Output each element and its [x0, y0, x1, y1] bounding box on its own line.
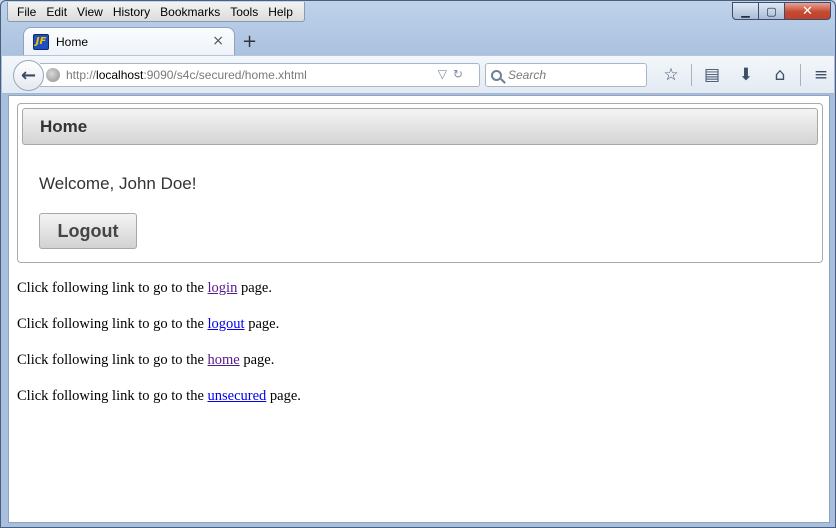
tab-close-icon[interactable]: ×	[212, 33, 224, 49]
menu-bookmarks[interactable]: Bookmarks	[155, 5, 225, 19]
menu-file[interactable]: File	[12, 5, 41, 19]
page-title: Home	[40, 116, 88, 136]
menu-view[interactable]: View	[72, 5, 108, 19]
home-panel: Home Welcome, John Doe! Logout	[17, 103, 823, 263]
panel-header: Home	[22, 108, 818, 145]
menubar: File Edit View History Bookmarks Tools H…	[7, 2, 305, 22]
browser-window: File Edit View History Bookmarks Tools H…	[0, 0, 836, 528]
dropdown-reload-icons[interactable]: ▽↻	[438, 67, 469, 81]
link-line-unsecured: Click following link to go to the unsecu…	[17, 388, 301, 404]
logout-link[interactable]: logout	[208, 316, 245, 332]
favicon-icon: JF	[33, 33, 49, 50]
minimize-button[interactable]: ▁	[732, 2, 759, 20]
logout-button[interactable]: Logout	[39, 213, 137, 249]
menu-edit[interactable]: Edit	[41, 5, 72, 19]
nav-toolbar: http://localhost:9090/s4c/secured/home.x…	[2, 55, 834, 94]
maximize-button[interactable]: ▢	[759, 2, 785, 20]
link-line-home: Click following link to go to the home p…	[17, 352, 275, 368]
new-tab-button[interactable]: +	[242, 31, 257, 52]
search-bar[interactable]: Search	[485, 63, 647, 87]
tab-strip: JF Home × +	[1, 25, 836, 55]
toolbar-divider	[800, 64, 801, 86]
page-content: Home Welcome, John Doe! Logout Click fol…	[8, 95, 830, 523]
search-icon	[491, 69, 502, 81]
menu-help[interactable]: Help	[263, 5, 298, 19]
window-controls: ▁ ▢ ✕	[732, 2, 831, 20]
search-placeholder: Search	[508, 68, 547, 82]
link-line-logout: Click following link to go to the logout…	[17, 316, 280, 332]
welcome-message: Welcome, John Doe!	[39, 174, 197, 193]
home-link[interactable]: home	[208, 352, 240, 368]
tab-title: Home	[56, 34, 89, 49]
unsecured-link[interactable]: unsecured	[208, 388, 267, 404]
close-window-button[interactable]: ✕	[785, 2, 831, 20]
globe-icon	[46, 68, 60, 82]
reading-list-icon[interactable]: ▤	[695, 61, 729, 89]
home-icon[interactable]: ⌂	[763, 61, 797, 89]
toolbar-icons: ☆ ▤ ⬇ ⌂ ≡	[654, 61, 836, 89]
back-button[interactable]: ←	[13, 60, 44, 91]
link-line-login: Click following link to go to the login …	[17, 280, 272, 296]
tab-home[interactable]: JF Home ×	[23, 27, 235, 55]
menu-history[interactable]: History	[108, 5, 155, 19]
login-link[interactable]: login	[208, 280, 238, 296]
toolbar-divider	[691, 64, 692, 86]
menu-icon[interactable]: ≡	[804, 61, 836, 89]
back-arrow-icon: ←	[20, 65, 37, 86]
url-bar[interactable]: http://localhost:9090/s4c/secured/home.x…	[40, 63, 480, 87]
download-icon[interactable]: ⬇	[729, 61, 763, 89]
url-text: http://localhost:9090/s4c/secured/home.x…	[66, 68, 307, 82]
menu-tools[interactable]: Tools	[225, 5, 263, 19]
star-icon[interactable]: ☆	[654, 61, 688, 89]
